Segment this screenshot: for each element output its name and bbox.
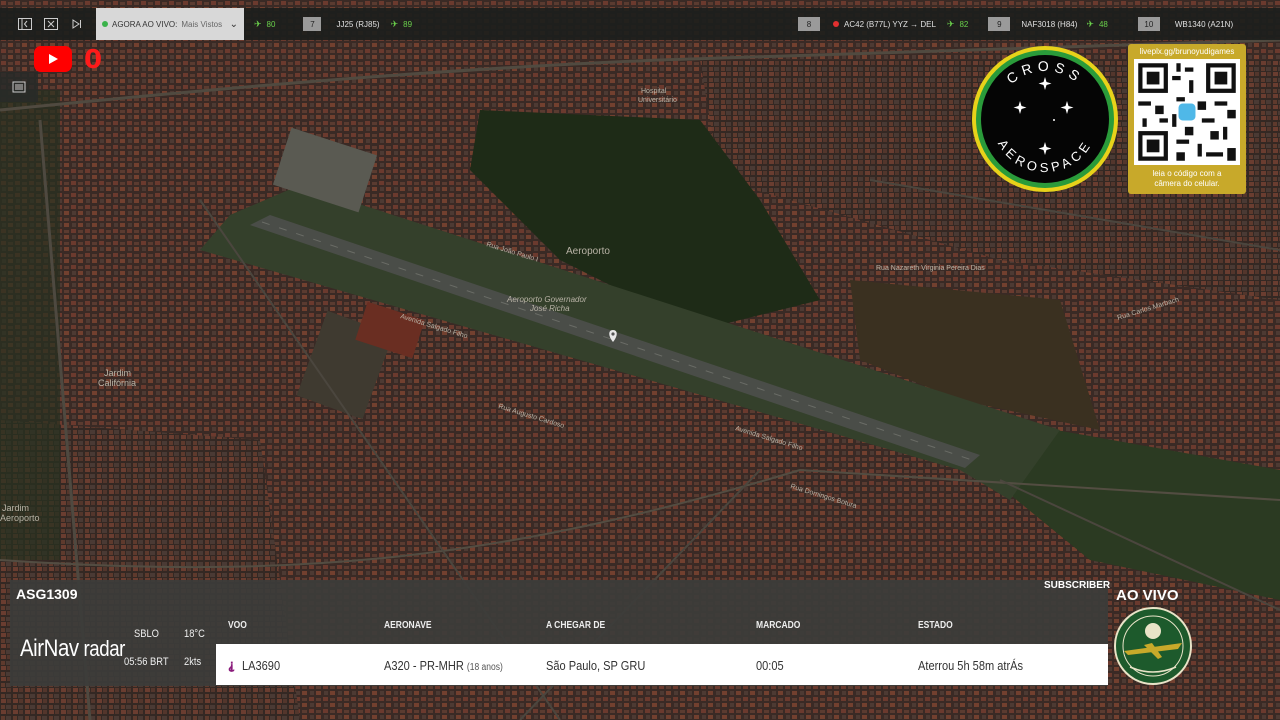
subscriber-label: SUBSCRIBER: [1044, 580, 1111, 591]
airplane-icon: ✈: [254, 18, 262, 29]
ticker-flight: WB1340 (A21N): [1174, 19, 1234, 29]
flight-number: LA3690: [242, 658, 281, 673]
column-header-aeronave: AERONAVE: [384, 620, 432, 631]
ticker-item[interactable]: 7 JJ25 (RJ85) ✈ 89: [303, 8, 412, 40]
qr-panel[interactable]: liveplx.gg/brunoyudigames leia o código …: [1128, 44, 1246, 194]
ticker-flight: AC42 (B77L) YYZ → DEL: [844, 19, 936, 29]
live-category-select[interactable]: AGORA AO VIVO: Mais Vistos ⌄: [96, 8, 244, 40]
column-header-voo: VOO: [228, 620, 247, 631]
live-dot-icon: [102, 21, 108, 27]
airplane-icon: ✈: [1086, 18, 1094, 29]
live-label: AGORA AO VIVO:: [112, 19, 178, 29]
channel-badge-logo: [1114, 607, 1192, 685]
ticker-flight: NAF3018 (H84): [1021, 19, 1078, 29]
column-header-estado: ESTADO: [918, 620, 953, 631]
flight-ticker-bar: AGORA AO VIVO: Mais Vistos ⌄ ✈ 80 7 JJ25…: [0, 8, 1280, 40]
ticker-rank: 7: [303, 17, 322, 31]
chevron-down-icon: ⌄: [229, 18, 238, 30]
ticker-count: 82: [959, 19, 969, 29]
aircraft-age: (18 anos): [466, 662, 503, 673]
airport-code: SBLO: [134, 628, 159, 640]
layers-icon[interactable]: [0, 72, 38, 102]
ticker-count: 89: [403, 19, 413, 29]
ticker-item[interactable]: 8 AC42 (B77L) YYZ → DEL ✈ 82: [798, 8, 968, 40]
ticker-rank: 9: [988, 17, 1011, 31]
map-label-jardim-aeroporto: Jardim: [2, 503, 29, 513]
flight-row[interactable]: ⸘ LA3690 A320 - PR-MHR (18 anos) São Pau…: [216, 644, 1108, 685]
ticker-item[interactable]: ✈ 80: [254, 8, 275, 40]
aircraft: A320 - PR-MHR (18 anos): [384, 658, 503, 673]
map-label-street: Rua Nazareth Virginia Pereira Dias: [876, 265, 985, 272]
sidebar-toggle-icon[interactable]: [12, 8, 38, 40]
map-label-hospital-2: Universitário: [638, 97, 677, 104]
origin: São Paulo, SP GRU: [546, 658, 646, 673]
airline-logo-icon: ⸘: [228, 657, 235, 672]
status-dot-icon: [833, 21, 840, 27]
youtube-icon[interactable]: [34, 46, 72, 72]
ticker-item[interactable]: 9 NAF3018 (H84) ✈ 48: [988, 8, 1108, 40]
map-label-jardim-california: Jardim: [104, 368, 131, 378]
airplane-icon: ✈: [390, 18, 399, 29]
map-label-airport-name-2: José Richa: [529, 304, 570, 313]
scheduled-time: 00:05: [756, 658, 784, 673]
stream-screen: Aeroporto Aeroporto Governador José Rich…: [0, 0, 1280, 720]
map-label-aeroporto: Aeroporto: [566, 246, 610, 257]
youtube-count: 0: [84, 45, 103, 75]
column-header-marcado: MARCADO: [756, 620, 801, 631]
column-header-origem: A CHEGAR DE: [546, 620, 606, 631]
map-label-airport-name: Aeroporto Governador: [506, 295, 587, 304]
wind-speed: 2kts: [184, 656, 202, 668]
map-label-jardim-aeroporto-2: Aeroporto: [0, 513, 40, 523]
live-label: AO VIVO: [1116, 587, 1179, 604]
qr-caption: leia o código com a câmera do celular.: [1128, 169, 1246, 189]
ticker-rank: 8: [798, 17, 821, 31]
airplane-icon: ✈: [946, 18, 955, 29]
qr-url: liveplx.gg/brunoyudigames: [1139, 47, 1235, 56]
ticker-count: 80: [266, 19, 276, 29]
flight-info-panel: ASG1309 SUBSCRIBER AirNav radar SBLO 18°…: [10, 580, 1111, 686]
cross-aerospace-logo: CROSS AEROSPACE: [972, 46, 1118, 192]
live-value: Mais Vistos: [181, 19, 223, 29]
skip-next-icon[interactable]: [64, 8, 90, 40]
map-label-jardim-california-2: Califórnia: [98, 378, 136, 388]
temperature: 18°C: [184, 628, 205, 640]
ticker-item[interactable]: 10 WB1340 (A21N): [1137, 8, 1234, 40]
ticker-count: 48: [1098, 19, 1108, 29]
brand-subname: radar: [83, 636, 125, 661]
local-time: 05:56 BRT: [124, 656, 169, 668]
close-panel-icon[interactable]: [38, 8, 64, 40]
ticker-rank: 10: [1137, 17, 1160, 31]
aircraft-type-reg: A320 - PR-MHR: [384, 658, 464, 673]
qr-code-icon[interactable]: [1134, 59, 1240, 165]
map-label-hospital: Hospital: [641, 88, 667, 95]
qr-caption-line: leia o código com a: [1152, 169, 1222, 178]
airnav-radar-logo: AirNav radar: [20, 635, 125, 663]
brand-name: AirNav: [20, 635, 79, 662]
callsign: ASG1309: [16, 586, 78, 602]
qr-caption-line: câmera do celular.: [1154, 179, 1220, 188]
flight-status: Aterrou 5h 58m atrÁs: [918, 658, 1024, 673]
ticker-flight: JJ25 (RJ85): [336, 19, 380, 29]
